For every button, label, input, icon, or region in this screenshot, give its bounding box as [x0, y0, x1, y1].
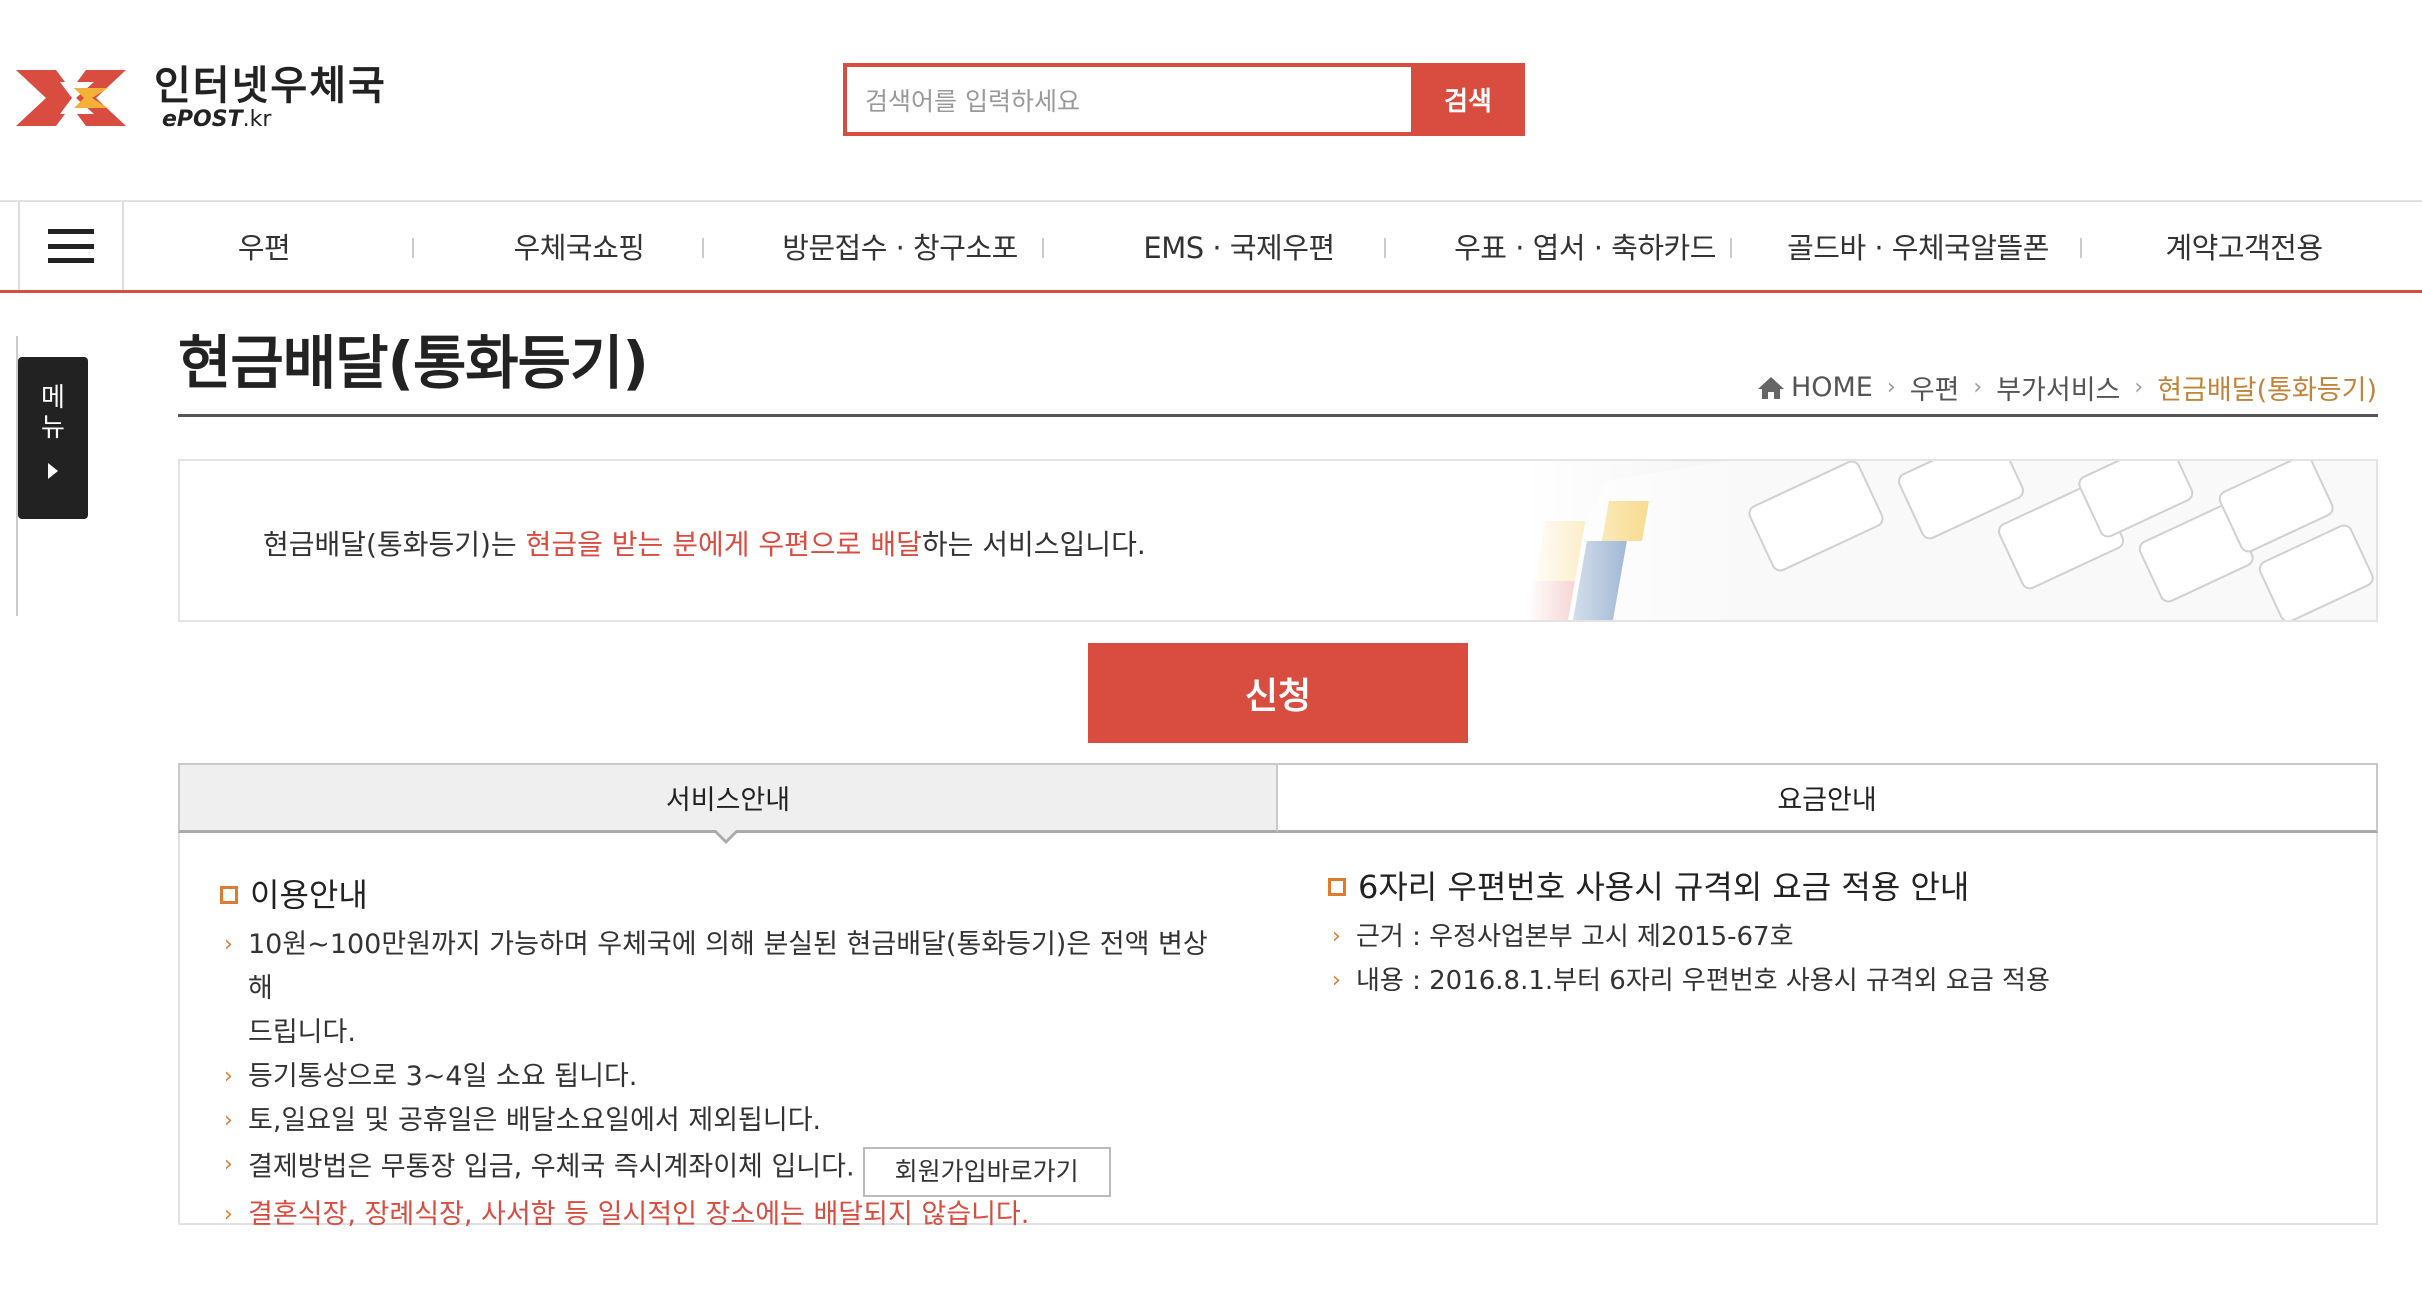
list-item: › 결제방법은 무통장 입금, 우체국 즉시계좌이체 입니다. 회원가입바로가기	[220, 1143, 1220, 1197]
tab-service-info[interactable]: 서비스안내	[178, 763, 1278, 833]
square-bullet-icon	[1328, 878, 1346, 896]
side-menu-label: 뉴	[41, 413, 65, 443]
chevron-right-icon: ›	[224, 1108, 233, 1133]
nav-divider	[412, 238, 414, 258]
service-banner: 현금배달(통화등기)는 현금을 받는 분에게 우편으로 배달하는 서비스입니다.	[178, 459, 2378, 622]
square-bullet-icon	[220, 886, 238, 904]
arrow-right-icon	[48, 463, 58, 479]
chevron-right-icon: ›	[1332, 924, 1341, 949]
chevron-right-icon: ›	[1973, 375, 1983, 400]
breadcrumb-post[interactable]: 우편	[1910, 368, 1960, 407]
chevron-right-icon: ›	[224, 932, 233, 957]
hamburger-icon	[48, 229, 94, 263]
apply-button[interactable]: 신청	[1088, 643, 1468, 743]
search-input[interactable]: 검색어를 입력하세요	[843, 63, 1411, 136]
chevron-right-icon: ›	[224, 1064, 233, 1089]
list-item: › 등기통상으로 3~4일 소요 됩니다.	[220, 1055, 1220, 1099]
list-item: › 내용 : 2016.8.1.부터 6자리 우편번호 사용시 규격외 요금 적용	[1328, 959, 2328, 1003]
logo-title: 인터넷우체국	[154, 63, 387, 109]
nav-item-visit-parcel[interactable]: 방문접수 · 창구소포	[750, 202, 1050, 290]
keyboard-illustration	[1526, 461, 2376, 620]
site-header: 인터넷우체국 ePOST.kr 검색어를 입력하세요 검색	[0, 0, 2422, 200]
banner-description: 현금배달(통화등기)는 현금을 받는 분에게 우편으로 배달하는 서비스입니다.	[263, 528, 1146, 561]
nav-divider	[702, 238, 704, 258]
nav-divider	[1730, 238, 1732, 258]
nav-divider	[1042, 238, 1044, 258]
info-tabs: 서비스안내 요금안내	[178, 763, 2378, 833]
chevron-right-icon: ›	[1332, 968, 1341, 993]
side-menu-label: 메	[41, 383, 65, 413]
nav-item-post[interactable]: 우편	[214, 202, 314, 290]
home-icon	[1757, 376, 1784, 399]
chevron-right-icon: ›	[224, 1202, 233, 1227]
breadcrumb-home[interactable]: HOME	[1791, 372, 1873, 403]
notice-heading-text: 6자리 우편번호 사용시 규격외 요금 적용 안내	[1358, 868, 1970, 906]
epost-logo-icon	[16, 70, 126, 126]
nav-item-stamps[interactable]: 우표 · 엽서 · 축하카드	[1420, 202, 1750, 290]
chevron-right-icon: ›	[2134, 375, 2144, 400]
chevron-right-icon: ›	[224, 1152, 233, 1177]
list-item: › 토,일요일 및 공휴일은 배달소요일에서 제외됩니다.	[220, 1099, 1220, 1143]
breadcrumb-current: 현금배달(통화등기)	[2157, 375, 2377, 406]
epost-logo[interactable]: 인터넷우체국 ePOST.kr	[16, 58, 396, 138]
chevron-right-icon: ›	[1886, 375, 1896, 400]
search-bar: 검색어를 입력하세요 검색	[843, 63, 1525, 136]
side-menu-tab[interactable]: 메 뉴	[18, 357, 88, 519]
tab-fee-info[interactable]: 요금안내	[1278, 763, 2378, 833]
breadcrumb-additional[interactable]: 부가서비스	[1996, 368, 2120, 407]
title-divider	[178, 414, 2378, 417]
nav-divider	[2080, 238, 2082, 258]
search-button[interactable]: 검색	[1411, 63, 1525, 136]
tab-content-panel: 이용안내 › 10원~100만원까지 가능하며 우체국에 의해 분실된 현금배달(…	[178, 833, 2378, 1230]
usage-heading-text: 이용안내	[250, 876, 368, 914]
main-nav: 우편 우체국쇼핑 방문접수 · 창구소포 EMS · 국제우편 우표 · 엽서 …	[0, 200, 2422, 293]
nav-item-goldbar[interactable]: 골드바 · 우체국알뜰폰	[1768, 202, 2068, 290]
notice-section: 6자리 우편번호 사용시 규격외 요금 적용 안내 › 근거 : 우정사업본부 고…	[1328, 865, 2328, 1003]
join-member-button[interactable]: 회원가입바로가기	[862, 1147, 1111, 1197]
usage-heading: 이용안내	[220, 873, 1220, 917]
nav-item-ems[interactable]: EMS · 국제우편	[1094, 202, 1384, 290]
list-item: › 10원~100만원까지 가능하며 우체국에 의해 분실된 현금배달(통화등기)…	[220, 923, 1220, 1011]
logo-subtitle: ePOST.kr	[162, 107, 272, 132]
nav-divider	[1384, 238, 1386, 258]
nav-item-contract[interactable]: 계약고객전용	[2134, 202, 2354, 290]
usage-section: 이용안내 › 10원~100만원까지 가능하며 우체국에 의해 분실된 현금배달(…	[220, 873, 1220, 1237]
list-item-continuation: 드립니다.	[248, 1017, 356, 1048]
hamburger-menu-button[interactable]	[18, 202, 124, 290]
breadcrumb: HOME › 우편 › 부가서비스 › 현금배달(통화등기)	[1757, 368, 2377, 407]
list-item-warning: › 결혼식장, 장례식장, 사서함 등 일시적인 장소에는 배달되지 않습니다.	[220, 1193, 1220, 1237]
nav-item-shopping[interactable]: 우체국쇼핑	[469, 202, 689, 290]
notice-heading: 6자리 우편번호 사용시 규격외 요금 적용 안내	[1328, 865, 2328, 909]
list-item: › 근거 : 우정사업본부 고시 제2015-67호	[1328, 915, 2328, 959]
page-title: 현금배달(통화등기)	[178, 329, 649, 397]
